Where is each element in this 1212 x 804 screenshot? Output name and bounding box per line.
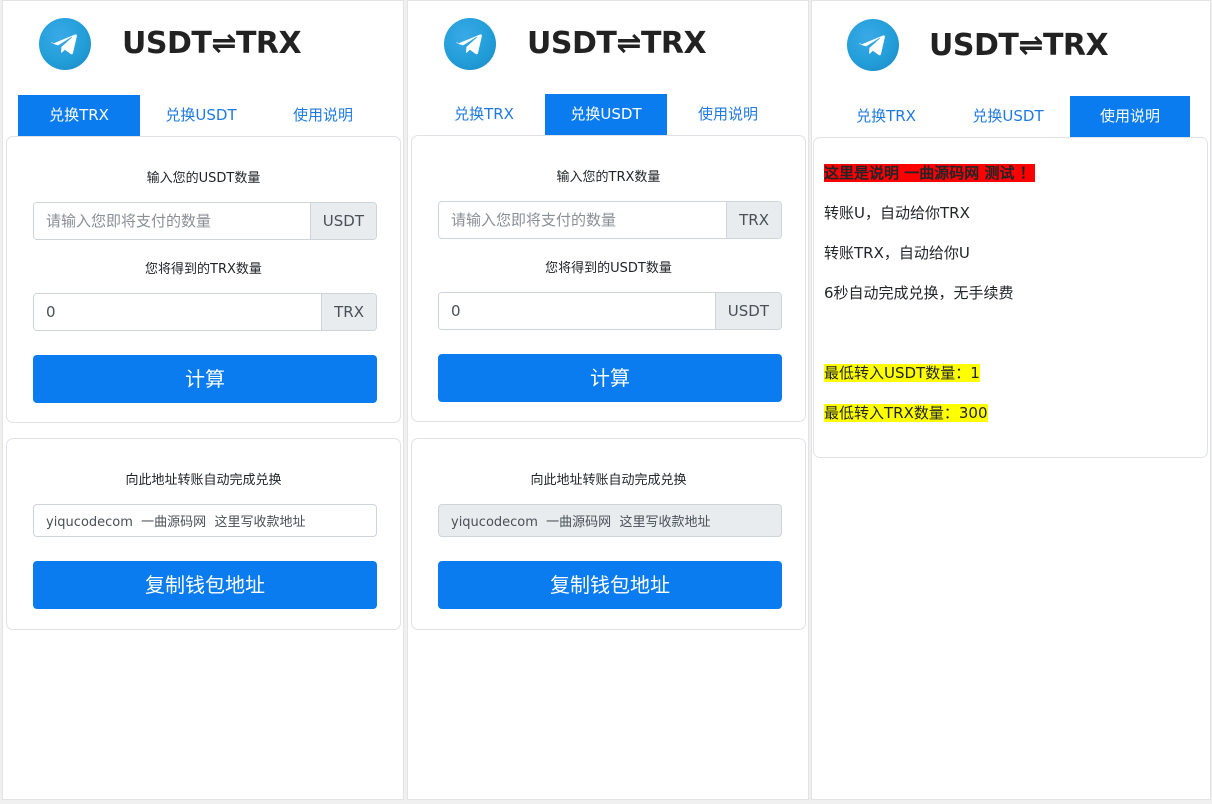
panel-instructions: USDT⇌TRX 兑换TRX 兑换USDT 使用说明 这里是说明 一曲源码网 测… bbox=[811, 0, 1211, 800]
amount-input-group: TRX bbox=[438, 201, 782, 239]
calc-card: 输入您的TRX数量 TRX 您将得到的USDT数量 USDT 计算 bbox=[411, 135, 806, 422]
input-label: 输入您的TRX数量 bbox=[556, 170, 661, 185]
brand-title: USDT⇌TRX bbox=[122, 26, 302, 61]
input-label: 输入您的USDT数量 bbox=[146, 171, 261, 186]
telegram-icon bbox=[847, 19, 899, 71]
copy-address-button[interactable]: 复制钱包地址 bbox=[33, 561, 377, 609]
result-input-group: USDT bbox=[438, 292, 782, 330]
unit-addon: USDT bbox=[714, 293, 781, 329]
result-input-group: TRX bbox=[33, 293, 377, 331]
tab-exchange-trx[interactable]: 兑换TRX bbox=[18, 95, 140, 136]
instructions-card: 这里是说明 一曲源码网 测试 ！ 转账U，自动给你TRX 转账TRX，自动给你U… bbox=[813, 137, 1208, 458]
calculate-button[interactable]: 计算 bbox=[438, 354, 782, 402]
header: USDT⇌TRX bbox=[812, 1, 1210, 91]
brand-title: USDT⇌TRX bbox=[527, 26, 707, 61]
instruction-line: 转账U，自动给你TRX bbox=[824, 204, 970, 222]
panel-usdt-to-trx: USDT⇌TRX 兑换TRX 兑换USDT 使用说明 输入您的USDT数量 US… bbox=[2, 0, 404, 800]
min-usdt-text: 最低转入USDT数量：1 bbox=[824, 364, 980, 382]
amount-input-group: USDT bbox=[33, 202, 377, 240]
telegram-icon bbox=[444, 18, 496, 70]
tab-exchange-trx[interactable]: 兑换TRX bbox=[825, 96, 947, 137]
amount-input[interactable] bbox=[439, 202, 727, 238]
tab-exchange-trx[interactable]: 兑换TRX bbox=[423, 94, 545, 135]
instructions-title: 这里是说明 一曲源码网 测试 ！ bbox=[824, 162, 1035, 183]
tab-exchange-usdt[interactable]: 兑换USDT bbox=[545, 94, 667, 135]
tab-instructions[interactable]: 使用说明 bbox=[1070, 96, 1190, 137]
address-card: 向此地址转账自动完成兑换 复制钱包地址 bbox=[6, 438, 401, 630]
tab-bar: 兑换TRX 兑换USDT 使用说明 bbox=[423, 94, 789, 135]
address-label: 向此地址转账自动完成兑换 bbox=[125, 473, 282, 488]
instruction-line: 6秒自动完成兑换，无手续费 bbox=[824, 284, 1014, 302]
tab-instructions[interactable]: 使用说明 bbox=[262, 95, 384, 136]
telegram-icon bbox=[39, 18, 91, 70]
calculate-button[interactable]: 计算 bbox=[33, 355, 377, 403]
result-field[interactable] bbox=[439, 293, 715, 329]
address-label: 向此地址转账自动完成兑换 bbox=[530, 473, 687, 488]
unit-addon: TRX bbox=[726, 202, 781, 238]
result-field[interactable] bbox=[34, 294, 322, 330]
tab-bar: 兑换TRX 兑换USDT 使用说明 bbox=[825, 96, 1191, 137]
tab-exchange-usdt[interactable]: 兑换USDT bbox=[140, 95, 262, 136]
output-label: 您将得到的USDT数量 bbox=[545, 261, 672, 276]
instruction-line: 转账TRX，自动给你U bbox=[824, 244, 970, 262]
tab-bar: 兑换TRX 兑换USDT 使用说明 bbox=[18, 95, 384, 136]
brand-title: USDT⇌TRX bbox=[929, 28, 1109, 63]
calc-card: 输入您的USDT数量 USDT 您将得到的TRX数量 TRX 计算 bbox=[6, 136, 401, 423]
min-trx-note: 最低转入TRX数量：300 bbox=[824, 402, 988, 423]
panel-trx-to-usdt: USDT⇌TRX 兑换TRX 兑换USDT 使用说明 输入您的TRX数量 TRX… bbox=[407, 0, 809, 800]
header: USDT⇌TRX bbox=[3, 1, 403, 91]
wallet-address-field[interactable] bbox=[438, 504, 782, 537]
header: USDT⇌TRX bbox=[408, 1, 808, 91]
wallet-address-field[interactable] bbox=[33, 504, 377, 537]
min-usdt-note: 最低转入USDT数量：1 bbox=[824, 362, 980, 383]
amount-input[interactable] bbox=[34, 203, 310, 239]
unit-addon: TRX bbox=[321, 294, 376, 330]
output-label: 您将得到的TRX数量 bbox=[145, 262, 262, 277]
address-card: 向此地址转账自动完成兑换 复制钱包地址 bbox=[411, 438, 806, 630]
copy-address-button[interactable]: 复制钱包地址 bbox=[438, 561, 782, 609]
min-trx-text: 最低转入TRX数量：300 bbox=[824, 404, 988, 422]
tab-exchange-usdt[interactable]: 兑换USDT bbox=[947, 96, 1069, 137]
unit-addon: USDT bbox=[309, 203, 376, 239]
tab-instructions[interactable]: 使用说明 bbox=[667, 94, 789, 135]
instructions-title-text: 这里是说明 一曲源码网 测试 ！ bbox=[824, 164, 1035, 182]
